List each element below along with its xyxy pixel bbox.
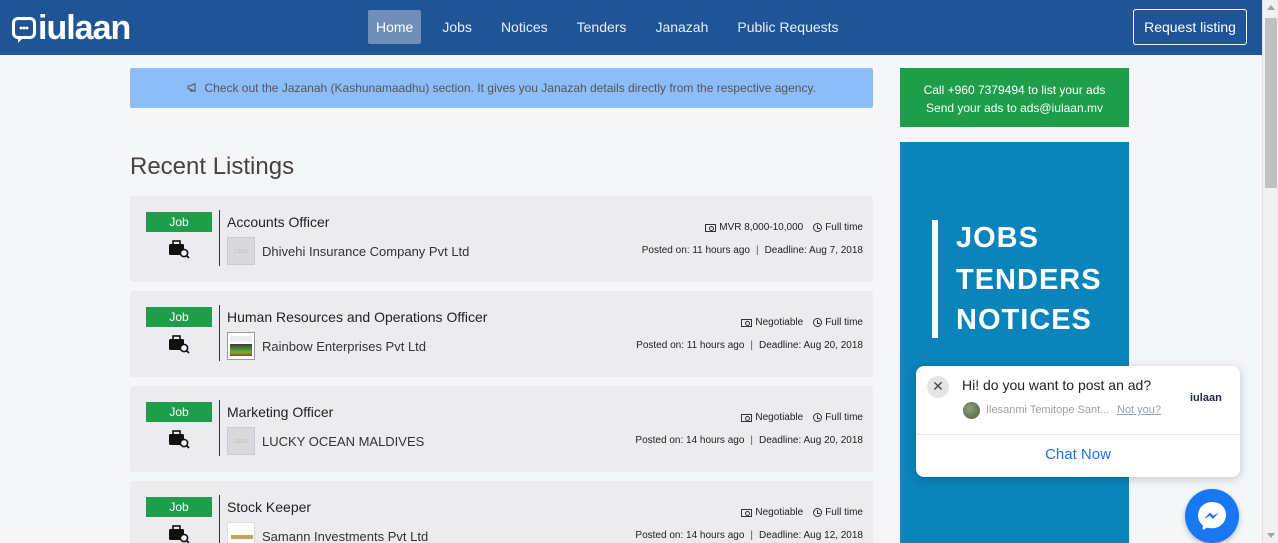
user-avatar bbox=[963, 402, 980, 419]
clock-icon bbox=[813, 508, 823, 517]
call-to-list-banner[interactable]: Call +960 7379494 to list your ads Send … bbox=[900, 68, 1129, 127]
main-nav: Home Jobs Notices Tenders Janazah Public… bbox=[368, 10, 860, 44]
email-line: Send your ads to ads@iulaan.mv bbox=[926, 101, 1103, 115]
promo-banner[interactable]: JOBS TENDERS NOTICES bbox=[900, 142, 1129, 543]
briefcase-search-icon bbox=[169, 430, 190, 449]
messenger-icon[interactable] bbox=[1185, 489, 1239, 543]
company-logo: LOGO bbox=[227, 237, 255, 265]
site-logo[interactable]: iulaan bbox=[12, 9, 131, 47]
money-icon bbox=[741, 508, 753, 517]
money-icon bbox=[741, 413, 753, 422]
job-badge: Job bbox=[146, 212, 212, 232]
chat-bubble-logo-icon bbox=[12, 17, 36, 43]
scroll-up-icon[interactable] bbox=[1267, 5, 1275, 10]
chat-user-name: Ilesanmi Temitope Sant... bbox=[986, 404, 1110, 416]
listing-divider bbox=[219, 210, 220, 266]
briefcase-search-icon bbox=[169, 525, 190, 543]
listing-dates: Posted on: 14 hours ago | Deadline: Aug 20… bbox=[635, 435, 863, 446]
chat-greeting: Hi! do you want to post an ad? bbox=[962, 377, 1152, 393]
clock-icon bbox=[813, 318, 823, 327]
posted-text: Posted on: 14 hours ago bbox=[635, 435, 745, 446]
posted-text: Posted on: 11 hours ago bbox=[641, 245, 750, 256]
nav-janazah[interactable]: Janazah bbox=[647, 10, 716, 44]
promo-line-notices: NOTICES bbox=[956, 304, 1092, 336]
chat-now-button[interactable]: Chat Now bbox=[916, 446, 1240, 463]
clock-icon bbox=[813, 223, 823, 232]
salary-text: Negotiable bbox=[755, 412, 804, 423]
scroll-down-icon[interactable] bbox=[1267, 533, 1275, 538]
posted-text: Posted on: 14 hours ago bbox=[635, 530, 745, 541]
bullhorn-icon bbox=[187, 69, 198, 109]
listing-meta: Negotiable Full time bbox=[741, 317, 863, 328]
close-icon[interactable]: ✕ bbox=[927, 376, 949, 398]
not-you-link[interactable]: Not you? bbox=[1117, 404, 1161, 416]
salary-text: Negotiable bbox=[755, 317, 804, 328]
briefcase-search-icon bbox=[169, 240, 190, 259]
company-name[interactable]: Rainbow Enterprises Pvt Ltd bbox=[262, 339, 426, 354]
company-logo bbox=[227, 332, 255, 360]
salary-text: Negotiable bbox=[755, 507, 804, 518]
deadline-text: Deadline: Aug 20, 2018 bbox=[759, 435, 863, 446]
listing-title[interactable]: Accounts Officer bbox=[227, 214, 329, 230]
salary-text: MVR 8,000-10,000 bbox=[719, 222, 804, 233]
page-scrollbar[interactable] bbox=[1262, 0, 1278, 543]
nav-public-requests[interactable]: Public Requests bbox=[729, 10, 846, 44]
job-badge: Job bbox=[146, 307, 212, 327]
listing-meta: Negotiable Full time bbox=[741, 412, 863, 423]
company-name[interactable]: Dhivehi Insurance Company Pvt Ltd bbox=[262, 244, 469, 259]
scrollbar-thumb[interactable] bbox=[1265, 18, 1277, 188]
listing-card[interactable]: Job Marketing Officer LOGO LUCKY OCEAN M… bbox=[130, 386, 873, 472]
listing-divider bbox=[219, 305, 220, 361]
request-listing-button[interactable]: Request listing bbox=[1133, 9, 1247, 45]
job-badge: Job bbox=[146, 402, 212, 422]
listing-dates: Posted on: 11 hours ago | Deadline: Aug 20… bbox=[636, 340, 863, 351]
listing-title[interactable]: Human Resources and Operations Officer bbox=[227, 309, 487, 325]
chat-divider bbox=[916, 434, 1240, 435]
chat-popup: ✕ Hi! do you want to post an ad? Ilesanm… bbox=[916, 366, 1240, 477]
nav-home[interactable]: Home bbox=[368, 10, 422, 44]
company-logo: LOGO bbox=[227, 427, 255, 455]
deadline-text: Deadline: Aug 12, 2018 bbox=[759, 530, 863, 541]
job-badge: Job bbox=[146, 497, 212, 517]
company-logo bbox=[227, 522, 255, 543]
company-name[interactable]: Samann Investments Pvt Ltd bbox=[262, 529, 428, 543]
job-type-text: Full time bbox=[825, 222, 863, 233]
listing-title[interactable]: Marketing Officer bbox=[227, 404, 333, 420]
nav-jobs[interactable]: Jobs bbox=[434, 10, 480, 44]
money-icon bbox=[705, 223, 717, 232]
listing-dates: Posted on: 14 hours ago | Deadline: Aug 12… bbox=[635, 530, 863, 541]
listing-meta: Negotiable Full time bbox=[741, 507, 863, 518]
job-type-text: Full time bbox=[825, 412, 863, 423]
listing-dates: Posted on: 11 hours ago | Deadline: Aug 7,… bbox=[641, 245, 863, 256]
deadline-text: Deadline: Aug 7, 2018 bbox=[764, 245, 863, 256]
logo-text: iulaan bbox=[38, 9, 131, 47]
money-icon bbox=[741, 318, 753, 327]
listing-card[interactable]: Job Human Resources and Operations Offic… bbox=[130, 291, 873, 377]
job-type-text: Full time bbox=[825, 317, 863, 328]
call-line: Call +960 7379494 to list your ads bbox=[923, 83, 1106, 97]
listing-divider bbox=[219, 495, 220, 543]
nav-tenders[interactable]: Tenders bbox=[569, 10, 635, 44]
nav-notices[interactable]: Notices bbox=[493, 10, 556, 44]
listing-card[interactable]: Job Stock Keeper Samann Investments Pvt … bbox=[130, 481, 873, 543]
deadline-text: Deadline: Aug 20, 2018 bbox=[759, 340, 863, 351]
promo-line-tenders: TENDERS bbox=[956, 264, 1102, 296]
promo-accent-bar bbox=[932, 220, 938, 338]
listing-title[interactable]: Stock Keeper bbox=[227, 499, 311, 515]
briefcase-search-icon bbox=[169, 335, 190, 354]
announcement-bar: Check out the Jazanah (Kashunamaadhu) se… bbox=[130, 68, 873, 108]
clock-icon bbox=[813, 413, 823, 422]
listing-meta: MVR 8,000-10,000 Full time bbox=[705, 222, 863, 233]
job-type-text: Full time bbox=[825, 507, 863, 518]
posted-text: Posted on: 11 hours ago bbox=[636, 340, 745, 351]
listing-card[interactable]: Job Accounts Officer LOGO Dhivehi Insura… bbox=[130, 196, 873, 282]
announcement-text: Check out the Jazanah (Kashunamaadhu) se… bbox=[204, 81, 816, 95]
company-name[interactable]: LUCKY OCEAN MALDIVES bbox=[262, 434, 424, 449]
promo-line-jobs: JOBS bbox=[956, 222, 1039, 254]
top-navbar: iulaan Home Jobs Notices Tenders Janazah… bbox=[0, 0, 1262, 55]
section-title: Recent Listings bbox=[130, 153, 295, 180]
chat-brand-logo: iulaan bbox=[1190, 392, 1222, 404]
listing-divider bbox=[219, 400, 220, 456]
